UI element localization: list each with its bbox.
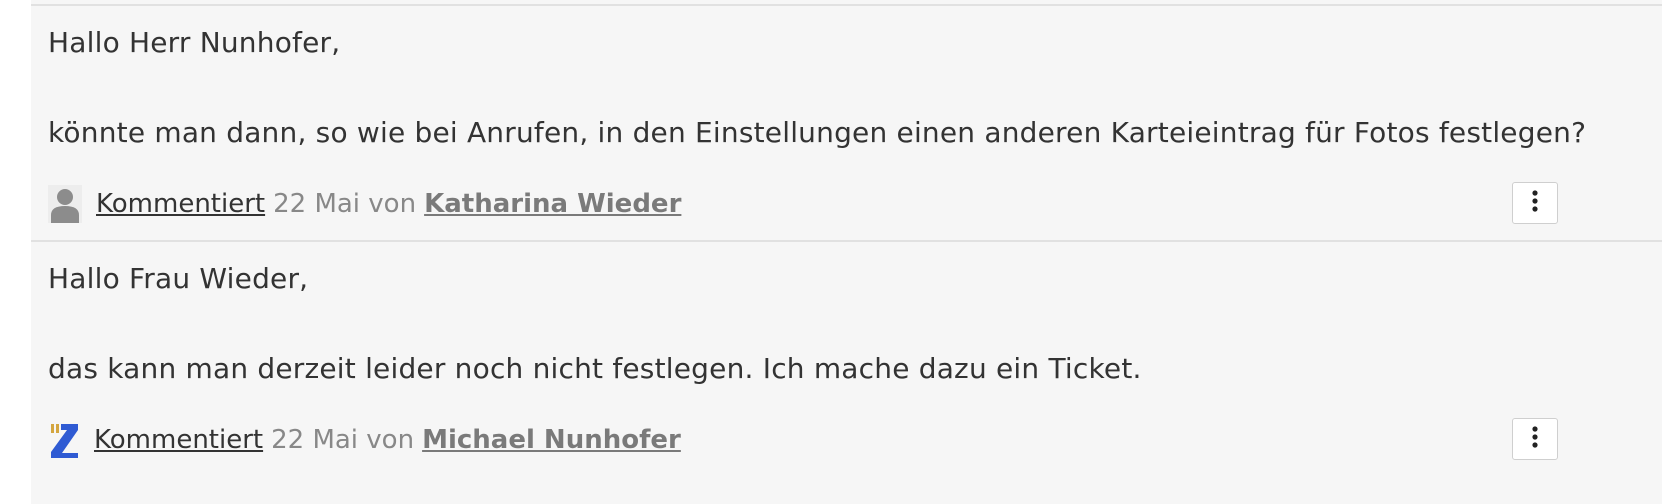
comment-item: Hallo Herr Nunhofer, könnte man dann, so… bbox=[31, 6, 1662, 240]
comment-meta: Kommentiert 22 Mai von Katharina Wieder bbox=[48, 185, 681, 223]
comment-item: Hallo Frau Wieder, das kann man derzeit … bbox=[31, 242, 1662, 504]
z-logo-avatar-icon[interactable] bbox=[48, 421, 80, 459]
vertical-ellipsis-icon bbox=[1532, 426, 1538, 452]
comment-date: 22 Mai von bbox=[271, 425, 415, 455]
comment-body: könnte man dann, so wie bei Anrufen, in … bbox=[48, 116, 1587, 149]
comment-date: 22 Mai von bbox=[273, 189, 417, 219]
comment-body: das kann man derzeit leider noch nicht f… bbox=[48, 352, 1142, 385]
author-link[interactable]: Michael Nunhofer bbox=[422, 425, 681, 455]
comment-thread: Hallo Herr Nunhofer, könnte man dann, so… bbox=[31, 0, 1662, 504]
comment-greeting: Hallo Herr Nunhofer, bbox=[48, 26, 341, 59]
comment-greeting: Hallo Frau Wieder, bbox=[48, 262, 309, 295]
comment-menu-button[interactable] bbox=[1512, 418, 1558, 460]
comment-meta: Kommentiert 22 Mai von Michael Nunhofer bbox=[48, 421, 681, 459]
commented-link[interactable]: Kommentiert bbox=[94, 425, 263, 455]
vertical-ellipsis-icon bbox=[1532, 190, 1538, 216]
author-link[interactable]: Katharina Wieder bbox=[424, 189, 681, 219]
comment-menu-button[interactable] bbox=[1512, 182, 1558, 224]
commented-link[interactable]: Kommentiert bbox=[96, 189, 265, 219]
default-user-avatar-icon[interactable] bbox=[48, 185, 82, 223]
